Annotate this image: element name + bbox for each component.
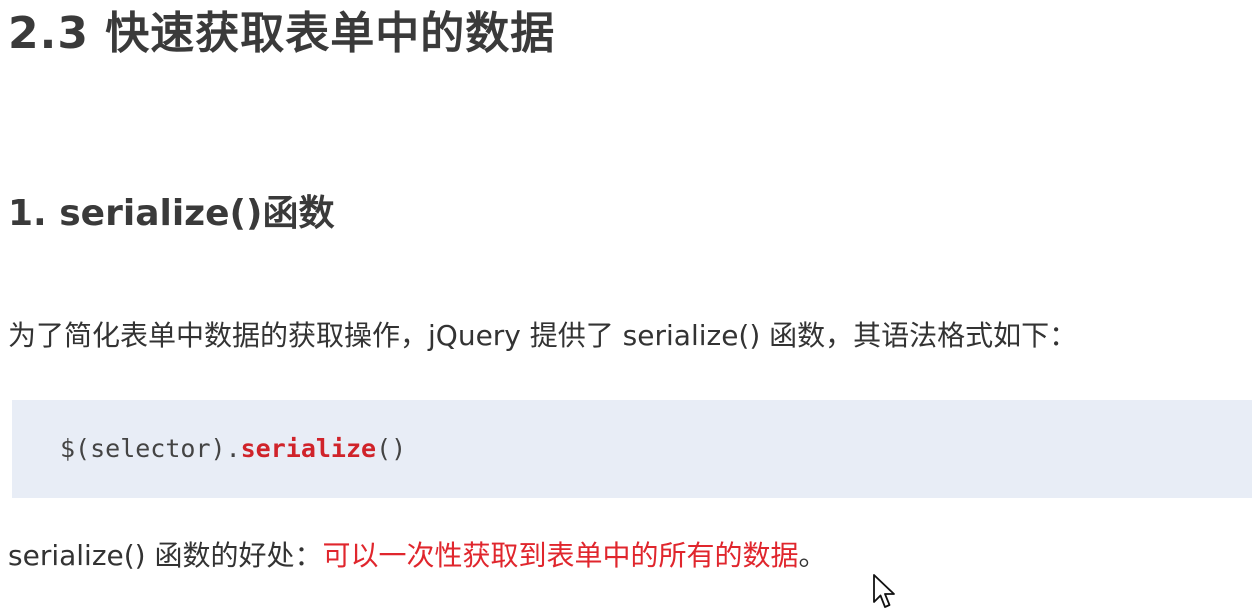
page-title: 2.3 快速获取表单中的数据 (8, 8, 556, 59)
section-heading: 1. serialize()函数 (8, 193, 335, 234)
benefit-label: serialize() 函数的好处： (8, 539, 323, 572)
code-suffix: () (376, 434, 407, 463)
benefit-highlight: 可以一次性获取到表单中的所有的数据 (322, 539, 799, 572)
code-prefix: $(selector). (60, 434, 241, 463)
benefit-end: 。 (798, 539, 827, 572)
benefit-paragraph: serialize() 函数的好处：可以一次性获取到表单中的所有的数据。 (8, 532, 827, 580)
code-function-name: serialize (240, 434, 377, 463)
mouse-pointer-icon (872, 574, 898, 610)
code-line: $(selector).serialize() (60, 430, 406, 468)
code-block: $(selector).serialize() (12, 400, 1252, 498)
document-page: 2.3 快速获取表单中的数据 1. serialize()函数 为了简化表单中数… (0, 0, 1252, 611)
intro-paragraph: 为了简化表单中数据的获取操作，jQuery 提供了 serialize() 函数… (8, 319, 1078, 352)
